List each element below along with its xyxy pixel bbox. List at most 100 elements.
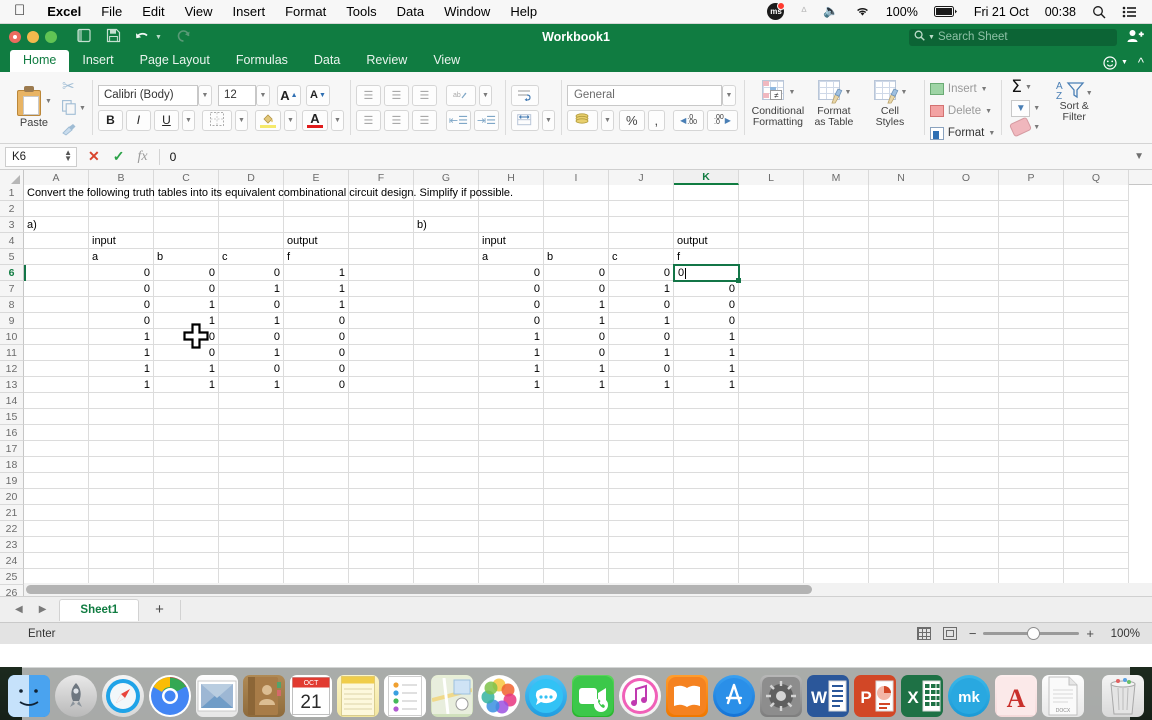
cell-Q23[interactable]	[1064, 537, 1129, 553]
zoom-knob[interactable]	[1027, 627, 1041, 640]
orientation-dropdown-icon[interactable]: ▼	[478, 84, 492, 106]
cell-L10[interactable]	[739, 329, 804, 345]
align-center-icon[interactable]: ☰	[383, 109, 409, 131]
cell-L20[interactable]	[739, 489, 804, 505]
cell-H20[interactable]	[479, 489, 544, 505]
dock-item-mendeley[interactable]: mk	[948, 675, 990, 717]
cell-O15[interactable]	[934, 409, 999, 425]
cell-H13[interactable]: 1	[479, 377, 544, 393]
sheet-tab-sheet1[interactable]: Sheet1	[59, 598, 140, 621]
cell-I10[interactable]: 0	[544, 329, 609, 345]
cell-J1[interactable]	[609, 185, 674, 201]
cell-H2[interactable]	[479, 201, 544, 217]
cell-L2[interactable]	[739, 201, 804, 217]
cell-L14[interactable]	[739, 393, 804, 409]
cell-G17[interactable]	[414, 441, 479, 457]
dock-item-microsoft-word[interactable]: W	[807, 675, 849, 717]
fill-dropdown-icon[interactable]: ▼	[1033, 105, 1040, 112]
cell-L8[interactable]	[739, 297, 804, 313]
column-header-E[interactable]: E	[284, 170, 349, 185]
cell-I12[interactable]: 1	[544, 361, 609, 377]
cell-K1[interactable]	[674, 185, 739, 201]
cell-F22[interactable]	[349, 521, 414, 537]
cell-B13[interactable]: 1	[89, 377, 154, 393]
cell-J17[interactable]	[609, 441, 674, 457]
maximize-window-button[interactable]	[45, 31, 57, 43]
cell-J21[interactable]	[609, 505, 674, 521]
cell-F10[interactable]	[349, 329, 414, 345]
cell-K8[interactable]: 0	[674, 297, 739, 313]
align-bottom-icon[interactable]: ☰	[411, 84, 437, 106]
cell-D7[interactable]: 1	[219, 281, 284, 297]
cell-M11[interactable]	[804, 345, 869, 361]
menu-item-format[interactable]: Format	[275, 4, 336, 19]
row-header-26[interactable]: 26	[0, 585, 24, 596]
clear-button[interactable]: ▼	[1009, 116, 1040, 138]
cell-Q7[interactable]	[1064, 281, 1129, 297]
cell-Q4[interactable]	[1064, 233, 1129, 249]
cell-F4[interactable]	[349, 233, 414, 249]
cell-E4[interactable]: output	[284, 233, 349, 249]
cell-J16[interactable]	[609, 425, 674, 441]
cell-P4[interactable]	[999, 233, 1064, 249]
cell-N20[interactable]	[869, 489, 934, 505]
undo-icon[interactable]: ▼	[135, 31, 162, 44]
cell-J14[interactable]	[609, 393, 674, 409]
cell-M2[interactable]	[804, 201, 869, 217]
cell-Q9[interactable]	[1064, 313, 1129, 329]
cell-C18[interactable]	[154, 457, 219, 473]
cell-styles-button[interactable]: ▼ Cell Styles	[862, 78, 918, 128]
cell-J7[interactable]: 1	[609, 281, 674, 297]
delete-cells-button[interactable]: Delete ▼	[929, 101, 995, 121]
cell-P15[interactable]	[999, 409, 1064, 425]
cell-M6[interactable]	[804, 265, 869, 281]
cell-N16[interactable]	[869, 425, 934, 441]
cell-L4[interactable]	[739, 233, 804, 249]
cell-A1[interactable]: Convert the following truth tables into …	[24, 185, 513, 201]
row-header-6[interactable]: 6	[0, 265, 24, 281]
font-color-button[interactable]: A	[301, 109, 328, 131]
cell-F5[interactable]	[349, 249, 414, 265]
dock-item-itunes[interactable]	[619, 675, 661, 717]
underline-button[interactable]: U	[153, 109, 179, 131]
cell-G16[interactable]	[414, 425, 479, 441]
cell-K24[interactable]	[674, 553, 739, 569]
cell-J12[interactable]: 0	[609, 361, 674, 377]
dock-item-launchpad[interactable]	[55, 675, 97, 717]
cell-H5[interactable]: a	[479, 249, 544, 265]
close-window-button[interactable]	[9, 31, 21, 43]
cell-E16[interactable]	[284, 425, 349, 441]
cell-K16[interactable]	[674, 425, 739, 441]
cell-K3[interactable]	[674, 217, 739, 233]
cell-P23[interactable]	[999, 537, 1064, 553]
cell-J8[interactable]: 0	[609, 297, 674, 313]
cell-Q10[interactable]	[1064, 329, 1129, 345]
cell-D21[interactable]	[219, 505, 284, 521]
cell-P9[interactable]	[999, 313, 1064, 329]
cell-I6[interactable]: 0	[544, 265, 609, 281]
cell-G24[interactable]	[414, 553, 479, 569]
cell-M10[interactable]	[804, 329, 869, 345]
wrap-text-icon[interactable]	[510, 84, 539, 106]
cell-G9[interactable]	[414, 313, 479, 329]
row-header-22[interactable]: 22	[0, 521, 24, 537]
cell-I24[interactable]	[544, 553, 609, 569]
cell-D11[interactable]: 1	[219, 345, 284, 361]
cell-I21[interactable]	[544, 505, 609, 521]
cell-E23[interactable]	[284, 537, 349, 553]
normal-view-icon[interactable]	[916, 627, 931, 640]
cell-M21[interactable]	[804, 505, 869, 521]
cancel-x-icon[interactable]: ✕	[88, 148, 100, 165]
copy-dropdown-icon[interactable]: ▼	[79, 105, 86, 112]
cell-G12[interactable]	[414, 361, 479, 377]
cell-C17[interactable]	[154, 441, 219, 457]
cell-L17[interactable]	[739, 441, 804, 457]
cell-I22[interactable]	[544, 521, 609, 537]
cell-H22[interactable]	[479, 521, 544, 537]
fill-color-dropdown-icon[interactable]: ▼	[283, 109, 297, 131]
cell-Q8[interactable]	[1064, 297, 1129, 313]
cell-P13[interactable]	[999, 377, 1064, 393]
cell-F23[interactable]	[349, 537, 414, 553]
cell-O10[interactable]	[934, 329, 999, 345]
cell-L22[interactable]	[739, 521, 804, 537]
